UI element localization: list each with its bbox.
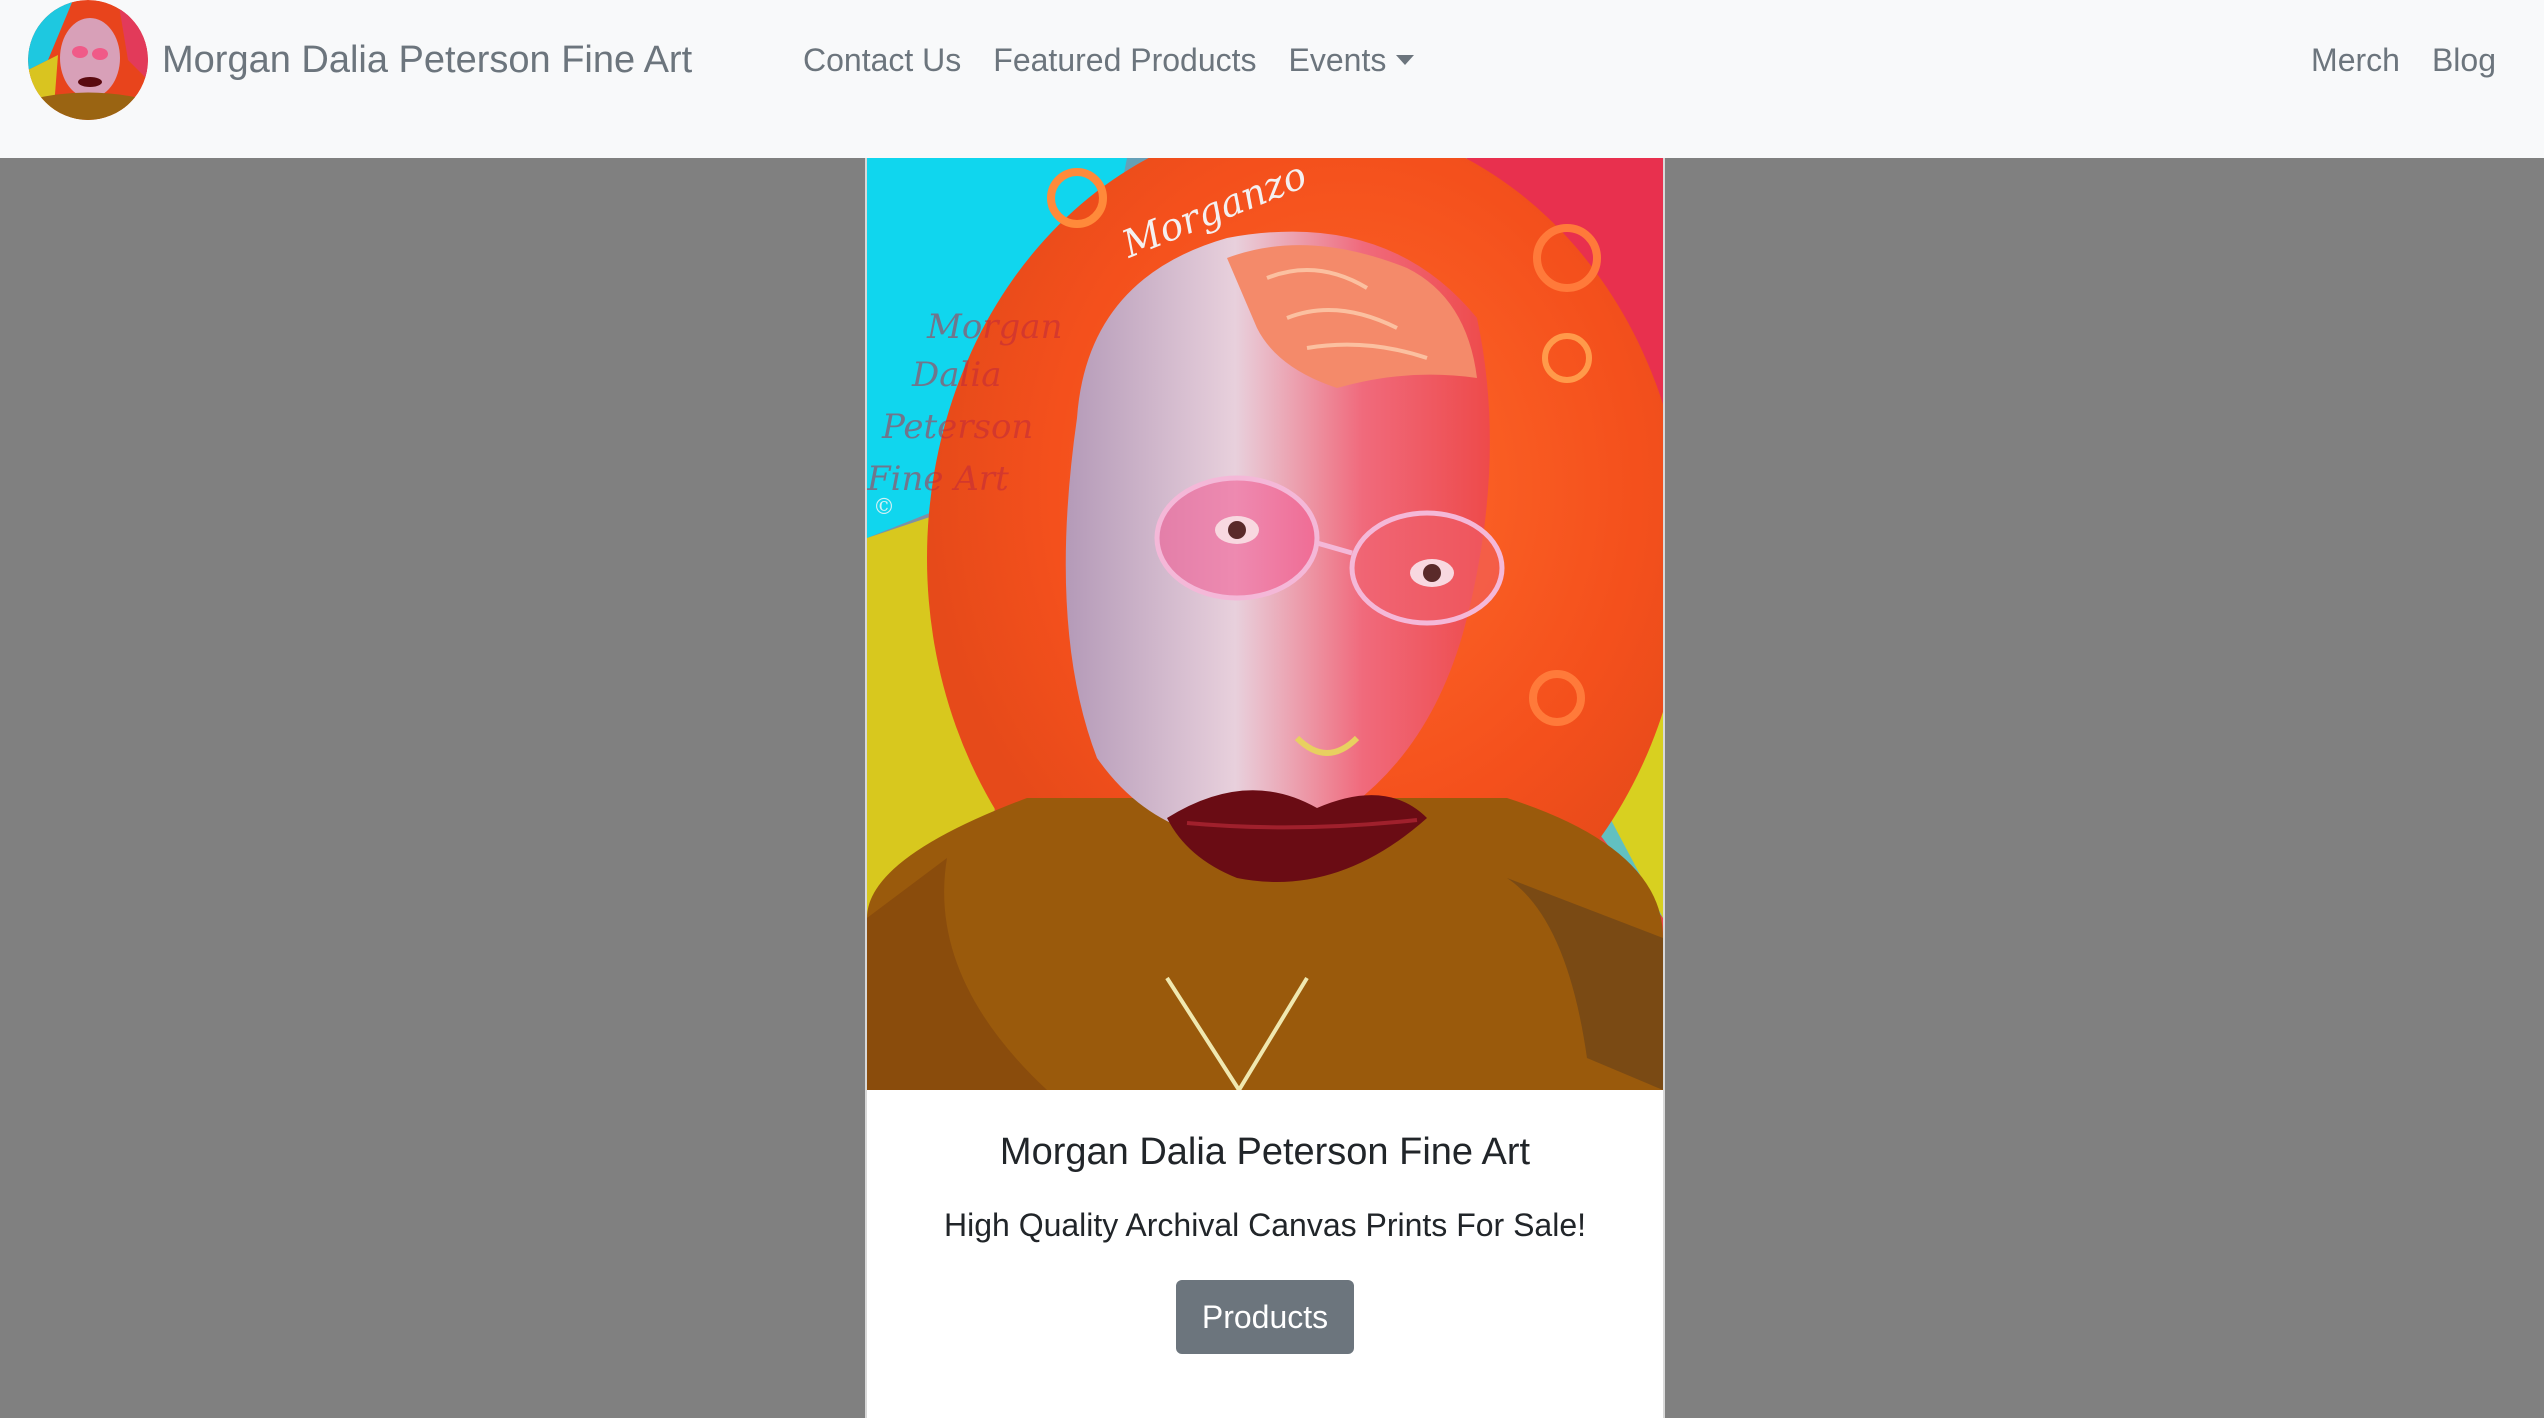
brand-name: Morgan Dalia Peterson Fine Art: [162, 38, 693, 81]
card-artwork-image: Morganzo Morgan Dalia Peterson Fine Art …: [867, 158, 1663, 1090]
nav-events-dropdown[interactable]: Events: [1289, 42, 1415, 79]
card-description: High Quality Archival Canvas Prints For …: [943, 1206, 1587, 1243]
svg-text:Peterson: Peterson: [881, 407, 1033, 447]
svg-text:Morgan: Morgan: [926, 307, 1062, 347]
nav-contact-us[interactable]: Contact Us: [803, 42, 961, 79]
card-body: Morgan Dalia Peterson Fine Art High Qual…: [867, 1090, 1663, 1355]
brand-logo-avatar: [28, 0, 148, 120]
svg-text:Dalia: Dalia: [911, 355, 1002, 395]
nav-blog[interactable]: Blog: [2432, 42, 2496, 79]
nav-events-label: Events: [1288, 41, 1387, 78]
svg-text:Fine Art: Fine Art: [867, 459, 1009, 499]
caret-down-icon: [1396, 55, 1415, 65]
brand-link[interactable]: Morgan Dalia Peterson Fine Art: [28, 0, 692, 120]
card-title: Morgan Dalia Peterson Fine Art: [999, 1131, 1531, 1173]
secondary-nav: Merch Blog: [2311, 0, 2496, 120]
products-button[interactable]: Products: [1175, 1279, 1355, 1355]
top-navbar: Morgan Dalia Peterson Fine Art Contact U…: [0, 0, 2544, 158]
svg-text:©: ©: [873, 495, 895, 520]
nav-merch[interactable]: Merch: [2311, 42, 2400, 79]
main-nav: Contact Us Featured Products Events: [803, 0, 1415, 120]
nav-featured-products[interactable]: Featured Products: [993, 42, 1256, 79]
featured-card: Morganzo Morgan Dalia Peterson Fine Art …: [865, 158, 1665, 1418]
